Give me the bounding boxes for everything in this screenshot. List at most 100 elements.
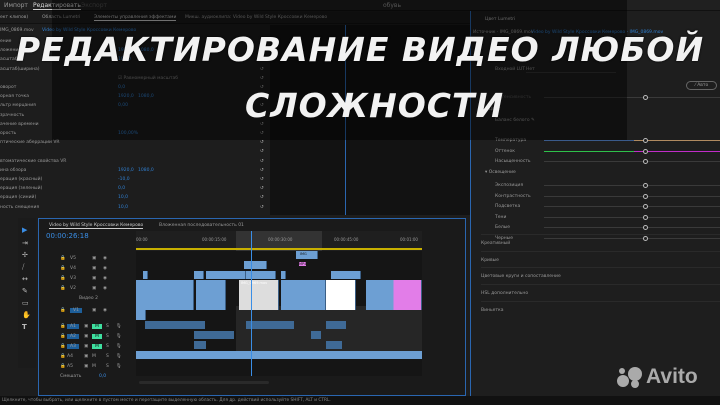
track-label[interactable]: V2 (70, 286, 76, 291)
audio-clip[interactable] (194, 341, 206, 349)
solo-button[interactable]: M (92, 354, 96, 359)
property-value[interactable]: -10,0 (118, 177, 130, 182)
track-label[interactable]: A5 (67, 364, 73, 369)
mute-icon[interactable]: ▣ (84, 324, 88, 329)
property-value[interactable]: 10,0 (118, 195, 128, 200)
reset-icon[interactable]: ↺ (260, 177, 264, 182)
lock-icon[interactable]: 🔒 (60, 286, 66, 291)
horizontal-scrollbar[interactable] (139, 381, 269, 384)
solo-icon[interactable]: S (106, 364, 109, 369)
slider-knob[interactable] (643, 204, 648, 210)
video-clip[interactable] (143, 271, 148, 279)
mute-icon[interactable]: ▣ (84, 334, 88, 339)
time-ruler[interactable]: 00:00 00:00:15:00 00:00:30:00 00:00:45:00 00… (136, 231, 422, 251)
tab-import[interactable]: Импорт (4, 2, 28, 9)
reset-icon[interactable]: ↺ (260, 149, 264, 154)
audio-clip[interactable] (326, 341, 342, 349)
lock-icon[interactable]: 🔒 (60, 276, 66, 281)
lumetri-section[interactable]: Цветовые круги и сопоставление (481, 267, 720, 279)
lock-icon[interactable]: 🔒 (60, 344, 66, 349)
adjust-slider[interactable] (544, 183, 720, 188)
track-select-icon[interactable]: ⇥ (22, 239, 28, 247)
solo-button[interactable]: M (92, 344, 102, 349)
mix-value[interactable]: 0,0 (99, 374, 106, 379)
tab-project[interactable]: ект клипов) (0, 15, 28, 20)
razor-icon[interactable]: ⧸ (22, 263, 24, 272)
reset-icon[interactable]: ↺ (260, 205, 264, 210)
slider-knob[interactable] (643, 225, 648, 231)
film-icon[interactable]: ▣ (92, 308, 96, 313)
lock-icon[interactable]: 🔒 (60, 324, 66, 329)
track-label[interactable]: V4 (70, 266, 76, 271)
track-label[interactable]: A4 (67, 354, 73, 359)
reset-icon[interactable]: ↺ (260, 140, 264, 145)
lock-icon[interactable]: 🔒 (60, 334, 66, 339)
lock-icon[interactable]: 🔒 (60, 364, 66, 369)
mic-icon[interactable]: 🎙 (116, 334, 122, 339)
property-value[interactable]: 10,0 (118, 205, 128, 210)
tab-sequence[interactable]: Video by Wild Style Кроссовки Кемерово (49, 223, 144, 229)
video-clip[interactable] (136, 280, 194, 310)
solo-icon[interactable]: S (106, 324, 109, 329)
rectangle-icon[interactable]: ▭ (22, 299, 29, 307)
mic-icon[interactable]: 🎙 (116, 354, 122, 359)
property-value[interactable]: 0,0 (118, 186, 125, 191)
lumetri-section[interactable]: Кривые (481, 250, 720, 263)
solo-icon[interactable]: S (106, 334, 109, 339)
audio-clip[interactable] (311, 331, 321, 339)
timecode[interactable]: 00:00:26:18 (46, 232, 89, 240)
track-label[interactable]: A3 (67, 344, 79, 349)
reset-icon[interactable]: ↺ (260, 195, 264, 200)
track-label[interactable]: A1 (67, 324, 79, 329)
video-clip[interactable] (331, 271, 361, 279)
property-value[interactable]: 1920,0 (118, 168, 134, 173)
solo-button[interactable]: M (92, 334, 102, 339)
video-clip[interactable] (136, 310, 146, 320)
adjust-slider[interactable] (544, 225, 720, 231)
slip-icon[interactable]: ↔ (22, 275, 28, 283)
film-icon[interactable]: ▣ (92, 286, 96, 291)
slider-knob[interactable] (643, 183, 648, 188)
audio-clip[interactable] (246, 321, 294, 329)
adjust-slider[interactable] (544, 204, 720, 210)
eye-icon[interactable]: ◉ (103, 308, 107, 313)
light-section-header[interactable]: ▾ Освещение (485, 170, 516, 175)
slider-knob[interactable] (643, 193, 648, 199)
lock-icon[interactable]: 🔒 (60, 266, 66, 271)
solo-button[interactable]: M (92, 364, 96, 369)
slider-knob[interactable] (643, 159, 648, 165)
video-clip[interactable] (244, 261, 267, 269)
track-label[interactable]: V3 (70, 276, 76, 281)
adjust-slider[interactable] (544, 148, 720, 154)
selection-tool-icon[interactable]: ▶ (22, 226, 27, 234)
eye-icon[interactable]: ◉ (103, 266, 107, 271)
reset-icon[interactable]: ↺ (260, 168, 264, 173)
video-clip[interactable] (366, 280, 422, 310)
pen-icon[interactable]: ✎ (22, 287, 28, 295)
solo-icon[interactable]: S (106, 354, 109, 359)
reset-icon[interactable]: ↺ (260, 186, 264, 191)
slider-knob[interactable] (643, 214, 648, 220)
property-value-y[interactable]: 1080,0 (138, 168, 154, 173)
lock-icon[interactable]: 🔒 (60, 256, 66, 261)
film-icon[interactable]: ▣ (92, 256, 96, 261)
mic-icon[interactable]: 🎙 (116, 364, 122, 369)
auto-button[interactable]: ⁄ Авто (686, 81, 718, 90)
lumetri-section[interactable]: Виньетка (481, 300, 720, 313)
lumetri-section[interactable]: HSL дополнительно (481, 284, 720, 296)
lock-icon[interactable]: 🔒 (60, 308, 66, 313)
ripple-edit-icon[interactable]: ✢ (22, 251, 28, 259)
video-clip[interactable] (196, 280, 226, 310)
audio-clip[interactable] (326, 321, 346, 329)
video-clip[interactable] (281, 280, 326, 310)
slider-knob[interactable] (643, 148, 648, 154)
lock-icon[interactable]: 🔒 (60, 354, 66, 359)
track-label[interactable]: V5 (70, 256, 76, 261)
track-label[interactable]: A2 (67, 334, 79, 339)
reset-icon[interactable]: ↺ (260, 159, 264, 164)
mute-icon[interactable]: ▣ (84, 354, 88, 359)
eye-icon[interactable]: ◉ (103, 276, 107, 281)
adjust-slider[interactable] (544, 193, 720, 199)
video-clip[interactable] (281, 271, 286, 279)
solo-icon[interactable]: S (106, 344, 109, 349)
